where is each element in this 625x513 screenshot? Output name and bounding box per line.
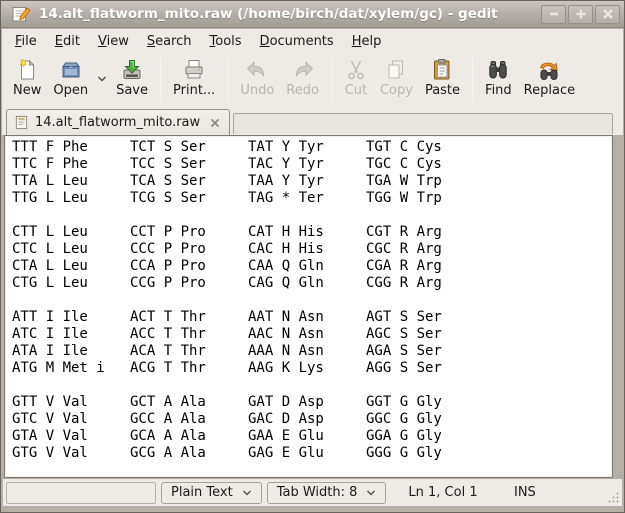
close-button[interactable]	[595, 5, 620, 24]
replace-icon	[537, 58, 561, 82]
editor-area: TTT F Phe TCT S Ser TAT Y Tyr TGT C Cys …	[4, 135, 613, 478]
new-button[interactable]: New	[7, 56, 47, 99]
undo-icon	[245, 58, 269, 82]
copy-button: Copy	[374, 56, 419, 99]
tab-bar: 14.alt_flatworm_mito.raw	[2, 108, 623, 135]
paste-button[interactable]: Paste	[419, 56, 466, 99]
toolbar-separator	[227, 58, 228, 100]
maximize-icon	[574, 9, 588, 19]
minimize-icon	[547, 9, 561, 19]
chevron-down-icon	[366, 490, 376, 496]
find-button[interactable]: Find	[479, 56, 518, 99]
copy-icon	[384, 58, 408, 82]
open-document-icon	[59, 58, 83, 82]
resize-grip[interactable]	[607, 491, 620, 504]
toolbar-separator	[331, 58, 332, 100]
minimize-button[interactable]	[541, 5, 566, 24]
menu-edit[interactable]: Edit	[46, 29, 89, 53]
insert-mode-indicator: INS	[514, 485, 619, 500]
redo-button: Redo	[280, 56, 325, 99]
tab-label: 14.alt_flatworm_mito.raw	[35, 115, 200, 130]
window-controls	[541, 5, 620, 24]
menu-help[interactable]: Help	[343, 29, 391, 53]
gedit-window: 14.alt_flatworm_mito.raw (/home/birch/da…	[0, 0, 625, 513]
replace-button[interactable]: Replace	[518, 56, 581, 99]
toolbar-separator	[160, 58, 161, 100]
cut-icon	[344, 58, 368, 82]
menu-search[interactable]: Search	[138, 29, 201, 53]
cursor-position: Ln 1, Col 1	[386, 485, 514, 500]
new-document-icon	[15, 58, 39, 82]
undo-button: Undo	[234, 56, 280, 99]
document-icon	[14, 115, 29, 130]
gedit-app-icon	[11, 4, 31, 24]
menubar: File Edit View Search Tools Documents He…	[2, 29, 623, 53]
toolbar-separator	[472, 58, 473, 100]
tab-strip-empty-area	[233, 113, 613, 134]
maximize-button[interactable]	[568, 5, 593, 24]
titlebar[interactable]: 14.alt_flatworm_mito.raw (/home/birch/da…	[1, 1, 624, 28]
statusbar: Plain Text Tab Width: 8 Ln 1, Col 1 INS	[3, 479, 622, 506]
open-dropdown-button[interactable]	[94, 56, 110, 102]
print-icon	[182, 58, 206, 82]
redo-icon	[291, 58, 315, 82]
open-button[interactable]: Open	[47, 56, 94, 99]
print-button[interactable]: Print...	[167, 56, 221, 99]
active-tab[interactable]: 14.alt_flatworm_mito.raw	[6, 109, 230, 135]
language-selector[interactable]: Plain Text	[161, 482, 262, 504]
paste-icon	[430, 58, 454, 82]
text-editor-content[interactable]: TTT F Phe TCT S Ser TAT Y Tyr TGT C Cys …	[5, 136, 612, 462]
menu-tools[interactable]: Tools	[201, 29, 251, 53]
cut-button: Cut	[338, 56, 374, 99]
menu-documents[interactable]: Documents	[251, 29, 343, 53]
save-button[interactable]: Save	[110, 56, 154, 99]
chevron-down-icon	[242, 490, 252, 496]
find-icon	[486, 58, 510, 82]
tab-width-selector[interactable]: Tab Width: 8	[267, 482, 387, 504]
statusbar-message-area	[6, 482, 156, 504]
menu-view[interactable]: View	[89, 29, 138, 53]
close-icon	[210, 118, 220, 128]
toolbar: New Open Save	[2, 53, 623, 108]
window-title: 14.alt_flatworm_mito.raw (/home/birch/da…	[39, 6, 541, 22]
tab-close-button[interactable]	[206, 114, 223, 131]
chevron-down-icon	[97, 76, 107, 82]
close-icon	[601, 9, 615, 19]
menu-file[interactable]: File	[6, 29, 46, 53]
save-icon	[120, 58, 144, 82]
